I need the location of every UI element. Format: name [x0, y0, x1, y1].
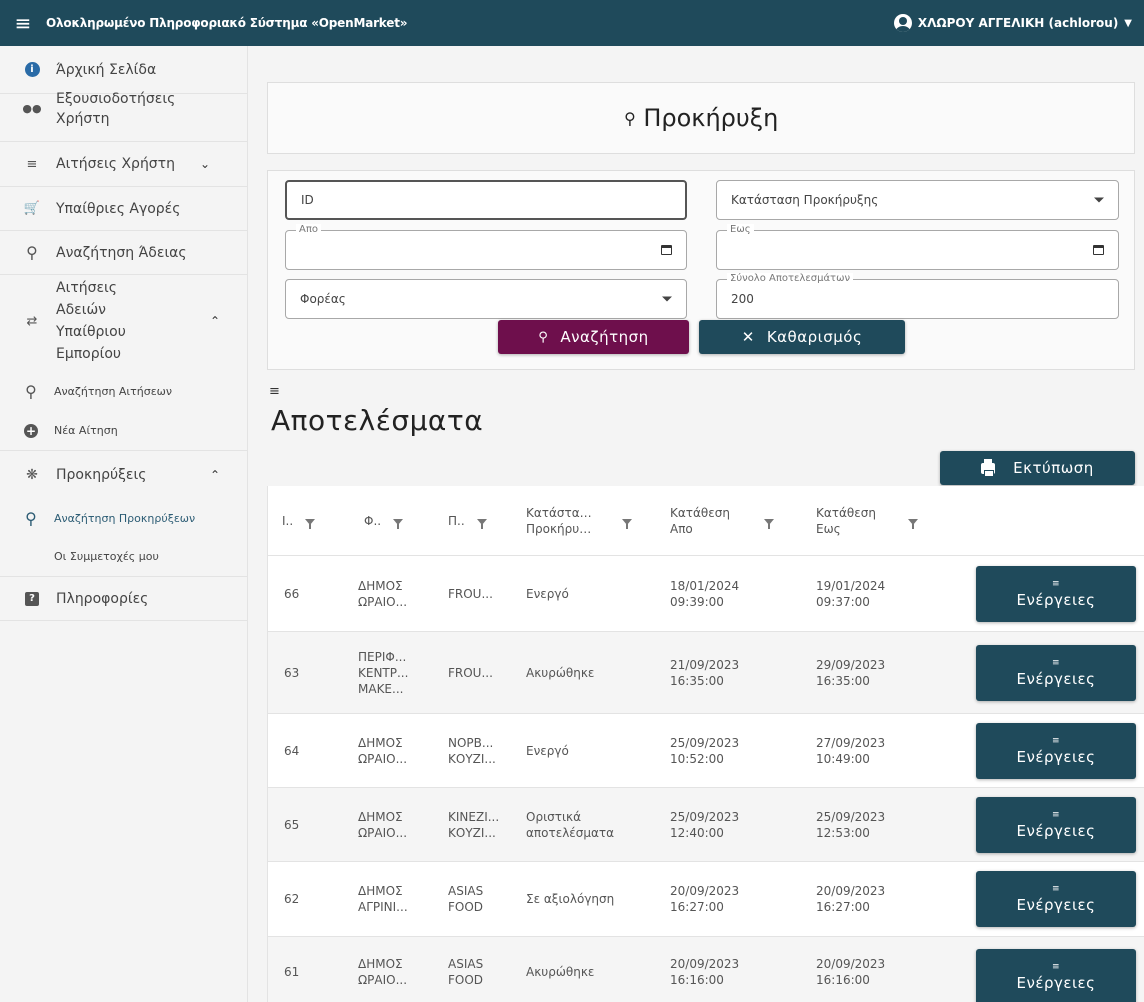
date-to-field[interactable]: Εως	[716, 224, 1119, 270]
actions-button[interactable]: ≡ Ενέργειες	[976, 949, 1136, 1002]
body-select[interactable]: Φορέας	[285, 279, 687, 319]
sidebar-item-user-requests[interactable]: ≡ Αιτήσεις Χρήστη ⌄	[0, 142, 247, 187]
sidebar: i Άρχική Σελίδα ●● Εξουσιοδοτήσεις Χρήστ…	[0, 46, 248, 1002]
calendar-icon[interactable]	[661, 245, 672, 255]
sidebar-subitem-search-requests[interactable]: ⚲ Αναζήτηση Αιτήσεων	[0, 371, 247, 411]
print-button[interactable]: Εκτύπωση	[940, 451, 1135, 485]
column-header-id[interactable]: I..	[282, 486, 316, 556]
search-icon: ⚲	[25, 381, 37, 401]
sidebar-item-label: Αιτήσεις Αδειών Υπαίθριου Εμπορίου	[56, 280, 126, 362]
date-from-field[interactable]: Απο	[285, 224, 687, 270]
filter-icon[interactable]	[476, 519, 487, 529]
actions-button[interactable]: ≡ Ενέργειες	[976, 871, 1136, 927]
app-title: Ολοκληρωμένο Πληροφοριακό Σύστημα «OpenM…	[46, 16, 408, 30]
sidebar-item-label: Υπαίθριες Αγορές	[56, 200, 181, 217]
table-row: 61 ΔΗΜΟΣ ΩΡΑΙΟ... ASIAS FOOD Ακυρώθηκε 2…	[268, 937, 1144, 1002]
sidebar-item-outdoor-markets[interactable]: 🛒 Υπαίθριες Αγορές	[0, 187, 247, 231]
actions-button[interactable]: ≡ Ενέργειες	[976, 645, 1136, 701]
plus-circle-icon: +	[24, 423, 38, 438]
filter-icon[interactable]	[622, 519, 632, 529]
column-header-status[interactable]: Κατάστα… Προκήρυ…	[526, 486, 632, 556]
sidebar-item-label: Αιτήσεις Χρήστη	[56, 156, 175, 172]
table-header: I.. Φ.. Π.. Κατάστα… Προκήρυ… Κατάθεση Α…	[268, 486, 1144, 556]
sidebar-item-license-requests[interactable]: ⇄ Αιτήσεις Αδειών Υπαίθριου Εμπορίου ⌃	[0, 275, 247, 367]
list-icon: ≡	[1051, 578, 1061, 589]
sidebar-item-label: Οι Συμμετοχές μου	[54, 550, 159, 563]
list-icon: ≡	[1051, 657, 1061, 668]
user-name: ΧΛΩΡΟΥ ΑΓΓΕΛΙΚΗ (achlorou)	[917, 16, 1119, 30]
column-header-date-to[interactable]: Κατάθεση Εως	[816, 486, 918, 556]
actions-button[interactable]: ≡ Ενέργειες	[976, 797, 1136, 853]
printer-icon	[981, 458, 996, 477]
sidebar-item-label: Αναζήτηση Προκηρύξεων	[54, 511, 196, 525]
top-bar: ≡ Ολοκληρωμένο Πληροφοριακό Σύστημα «Ope…	[0, 0, 1144, 46]
search-icon: ⚲	[538, 329, 549, 345]
page-title-panel: ⚲ Προκήρυξη	[267, 82, 1135, 154]
sidebar-item-label: Νέα Αίτηση	[54, 424, 118, 437]
close-icon: ✕	[741, 328, 755, 346]
sidebar-subitem-new-request[interactable]: + Νέα Αίτηση	[0, 411, 247, 451]
results-table: I.. Φ.. Π.. Κατάστα… Προκήρυ… Κατάθεση Α…	[267, 486, 1144, 1002]
calendar-icon[interactable]	[1093, 245, 1104, 255]
list-icon: ≡	[1051, 961, 1061, 972]
list-icon: ≡	[26, 156, 38, 172]
results-title: Αποτελέσματα	[271, 404, 484, 437]
chevron-down-icon: ▼	[1124, 17, 1132, 29]
filter-icon[interactable]	[764, 519, 774, 529]
sidebar-item-label: Πληροφορίες	[56, 590, 149, 607]
table-row: 62 ΔΗΜΟΣ ΑΓΡΙΝΙ... ASIAS FOOD Σε αξιολόγ…	[268, 862, 1144, 937]
user-menu[interactable]: ΧΛΩΡΟΥ ΑΓΓΕΛΙΚΗ (achlorou) ▼	[893, 0, 1132, 46]
sidebar-item-label: Αναζήτηση Αιτήσεων	[54, 384, 173, 398]
clear-button[interactable]: ✕ Καθαρισμός	[699, 320, 905, 354]
announcement-status-select[interactable]: Κατάσταση Προκήρυξης	[716, 180, 1119, 220]
dropdown-arrow-icon	[662, 296, 672, 302]
table-row: 64 ΔΗΜΟΣ ΩΡΑΙΟ... ΝΟΡΒ... ΚΟΥΖΙ... Ενεργ…	[268, 714, 1144, 788]
table-row: 63 ΠΕΡΙΦ... ΚΕΝΤΡ... ΜΑΚΕ... FROU... Ακυ…	[268, 632, 1144, 714]
id-input[interactable]: ID	[285, 180, 687, 220]
table-row: 65 ΔΗΜΟΣ ΩΡΑΙΟ... ΚΙΝΕΖΙ... ΚΟΥΖΙ... Ορι…	[268, 788, 1144, 862]
filter-icon[interactable]	[393, 519, 404, 529]
chevron-down-icon: ⌄	[200, 157, 211, 171]
list-icon: ≡	[1051, 883, 1061, 894]
cart-icon: 🛒	[23, 201, 41, 216]
filter-icon[interactable]	[305, 519, 316, 529]
user-avatar-icon	[893, 14, 912, 32]
search-icon: ⚲	[623, 108, 636, 128]
sidebar-item-label: Προκηρύξεις	[56, 467, 147, 483]
list-icon[interactable]: ≡	[269, 384, 280, 399]
users-icon: ●●	[22, 102, 42, 115]
sidebar-subitem-my-participations[interactable]: Οι Συμμετοχές μου	[0, 537, 247, 577]
hamburger-menu-icon[interactable]: ≡	[0, 0, 46, 46]
filter-icon[interactable]	[908, 519, 918, 529]
column-header-body[interactable]: Φ..	[364, 486, 404, 556]
page-title: Προκήρυξη	[643, 104, 779, 132]
network-icon: ❋	[26, 467, 38, 483]
total-results-field[interactable]: Σύνολο Αποτελεσμάτων 200	[716, 273, 1119, 319]
list-icon: ≡	[1051, 809, 1061, 820]
search-icon: ⚲	[25, 508, 37, 528]
sidebar-item-license-search[interactable]: ⚲ Αναζήτηση Άδειας	[0, 231, 247, 275]
sidebar-subitem-search-announcements[interactable]: ⚲ Αναζήτηση Προκηρύξεων	[0, 499, 247, 537]
chevron-up-icon: ⌃	[210, 468, 221, 482]
search-button[interactable]: ⚲ Αναζήτηση	[498, 320, 689, 354]
dropdown-arrow-icon	[1094, 197, 1104, 203]
actions-button[interactable]: ≡ Ενέργειες	[976, 566, 1136, 622]
sidebar-item-label: Αναζήτηση Άδειας	[56, 244, 187, 261]
sidebar-item-announcements[interactable]: ❋ Προκηρύξεις ⌃	[0, 451, 247, 499]
actions-button[interactable]: ≡ Ενέργειες	[976, 723, 1136, 779]
list-icon: ≡	[1051, 735, 1061, 746]
column-header-date-from[interactable]: Κατάθεση Απο	[670, 486, 774, 556]
search-icon: ⚲	[26, 243, 38, 262]
column-header-product[interactable]: Π..	[448, 486, 487, 556]
chevron-up-icon: ⌃	[210, 314, 221, 328]
question-icon: ?	[24, 591, 40, 607]
sidebar-item-authorizations[interactable]: ●● Εξουσιοδοτήσεις Χρήστη	[0, 76, 247, 142]
sidebar-item-information[interactable]: ? Πληροφορίες	[0, 577, 247, 621]
swap-icon: ⇄	[26, 313, 38, 329]
table-row: 66 ΔΗΜΟΣ ΩΡΑΙΟ... FROU... Ενεργό 18/01/2…	[268, 557, 1144, 632]
sidebar-item-label: Εξουσιοδοτήσεις Χρήστη	[56, 90, 176, 127]
